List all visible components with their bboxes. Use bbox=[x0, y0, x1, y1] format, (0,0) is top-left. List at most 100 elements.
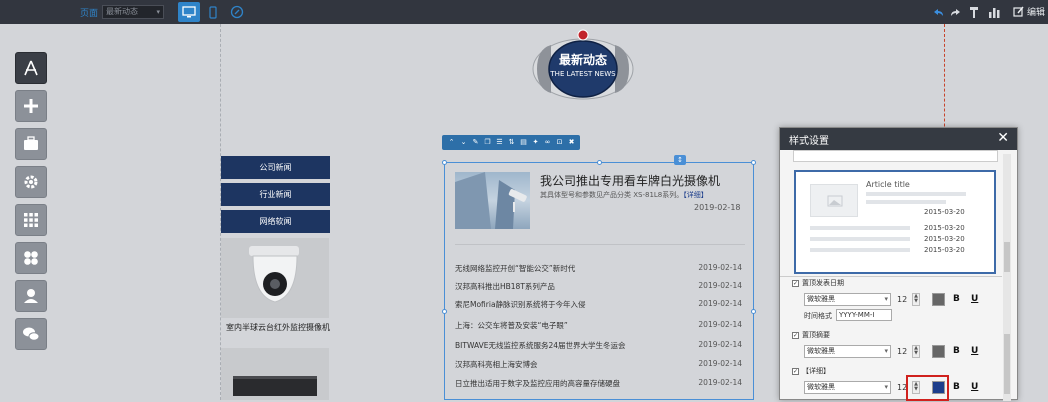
style-icon[interactable]: ✎ bbox=[470, 137, 481, 148]
gear-icon bbox=[24, 175, 38, 189]
font-size-stepper[interactable]: ▲ ▼ bbox=[912, 293, 920, 306]
list-icon[interactable]: ☰ bbox=[494, 137, 505, 148]
layout-button[interactable] bbox=[15, 242, 47, 274]
bold-button[interactable]: B bbox=[953, 346, 960, 356]
underline-button[interactable]: U bbox=[971, 346, 978, 356]
font-select[interactable]: 微软雅黑 bbox=[804, 345, 891, 358]
tools-button[interactable] bbox=[966, 4, 982, 20]
featured-news-title[interactable]: 我公司推出专用看车牌白光摄像机 bbox=[540, 172, 720, 189]
desktop-view-button[interactable] bbox=[178, 2, 200, 22]
product-image-dome-camera[interactable] bbox=[221, 238, 329, 318]
plugin-button[interactable] bbox=[226, 2, 248, 22]
product-image-dvr[interactable] bbox=[221, 348, 329, 400]
underline-button[interactable]: U bbox=[971, 382, 978, 392]
news-list-item[interactable]: 日立推出适用于数字及监控应用的高容量存储硬盘 2019-02-14 bbox=[455, 378, 742, 392]
time-format-select[interactable]: YYYY-MM-I bbox=[836, 309, 892, 321]
edit-button[interactable]: 编辑 bbox=[1013, 5, 1045, 18]
align-icon[interactable]: ⇅ bbox=[506, 137, 517, 148]
resize-handle-tr[interactable] bbox=[751, 160, 756, 165]
news-title[interactable]: BITWAVE无线监控系统服务24届世界大学生冬运会 bbox=[455, 340, 626, 354]
news-title[interactable]: 汉邦高科亮相上海安博会 bbox=[455, 359, 538, 373]
style-settings-panel: 样式设置 ✕ Article title 2015-03-20 2015-03-… bbox=[779, 127, 1018, 401]
underline-button[interactable]: U bbox=[971, 294, 978, 304]
checkbox-checked[interactable]: ✓ bbox=[792, 367, 799, 375]
edit-icon bbox=[1013, 6, 1024, 17]
page-label: 页面 bbox=[80, 9, 99, 19]
page-select[interactable]: 最新动态 bbox=[102, 5, 164, 19]
move-up-icon[interactable]: ⌃ bbox=[446, 137, 457, 148]
resize-handle-top[interactable] bbox=[597, 160, 602, 165]
toolbox-button[interactable] bbox=[15, 128, 47, 160]
preview-text-line bbox=[810, 237, 910, 241]
redo-button[interactable] bbox=[948, 4, 964, 20]
effect-icon[interactable]: ✦ bbox=[530, 137, 541, 148]
plugin-icon bbox=[230, 5, 244, 19]
color-swatch[interactable] bbox=[932, 293, 945, 306]
checkbox-checked[interactable]: ✓ bbox=[792, 331, 799, 339]
scroll-thumb[interactable] bbox=[1004, 334, 1010, 394]
badge-subtitle: THE LATEST NEWS bbox=[550, 70, 616, 78]
news-list-item[interactable]: 汉邦高科亮相上海安博会 2019-02-14 bbox=[455, 359, 742, 373]
modules-button[interactable] bbox=[15, 204, 47, 236]
featured-news-more-link[interactable]: 【详细】 bbox=[683, 191, 708, 199]
menu-company-news[interactable]: 公司新闻 bbox=[221, 156, 330, 179]
stats-button[interactable] bbox=[986, 4, 1002, 20]
monitor-icon bbox=[182, 6, 196, 18]
resize-handle-right[interactable] bbox=[751, 309, 756, 314]
news-title[interactable]: 日立推出适用于数字及监控应用的高容量存储硬盘 bbox=[455, 378, 620, 392]
copy-icon[interactable]: ❐ bbox=[482, 137, 493, 148]
color-swatch[interactable] bbox=[932, 345, 945, 358]
layout-preview-selected[interactable]: Article title 2015-03-20 2015-03-20 2015… bbox=[794, 170, 996, 274]
featured-news-image[interactable] bbox=[455, 172, 530, 229]
resize-handle-left[interactable] bbox=[442, 309, 447, 314]
news-date: 2019-02-14 bbox=[698, 320, 742, 329]
settings-button[interactable] bbox=[15, 166, 47, 198]
link-icon[interactable]: ∞ bbox=[542, 137, 553, 148]
redo-icon bbox=[951, 9, 960, 16]
resize-handle-tl[interactable] bbox=[442, 160, 447, 165]
bold-button[interactable]: B bbox=[953, 294, 960, 304]
news-title[interactable]: 汉邦高科推出HB18T系列产品 bbox=[455, 281, 555, 295]
delete-icon[interactable]: ✖ bbox=[566, 137, 577, 148]
grid-icon bbox=[24, 213, 38, 227]
move-down-icon[interactable]: ⌄ bbox=[458, 137, 469, 148]
news-title[interactable]: 无线网络监控开创“智能公交”新时代 bbox=[455, 263, 575, 277]
news-list-item[interactable]: 无线网络监控开创“智能公交”新时代 2019-02-14 bbox=[455, 263, 742, 277]
drag-handle-icon[interactable]: ↕ bbox=[674, 155, 686, 165]
featured-news-desc: 其具体型号和参数见产品分类 XS-81L8系列。 bbox=[540, 191, 684, 199]
news-list-item[interactable]: 上海：公交车将普及安装“电子眼” 2019-02-14 bbox=[455, 320, 742, 334]
option-detail-link[interactable]: ✓ 【详细】 bbox=[792, 366, 830, 376]
close-icon[interactable]: ✕ bbox=[997, 131, 1009, 145]
dvr-image bbox=[221, 348, 329, 400]
font-size-stepper[interactable]: ▲ ▼ bbox=[912, 345, 920, 358]
bold-button[interactable]: B bbox=[953, 382, 960, 392]
undo-button[interactable] bbox=[930, 4, 946, 20]
option-label: 【详细】 bbox=[802, 367, 830, 375]
font-size-input[interactable]: 12 bbox=[897, 293, 911, 306]
add-button[interactable] bbox=[15, 90, 47, 122]
app-store-button[interactable] bbox=[15, 52, 47, 84]
font-select[interactable]: 微软雅黑 bbox=[804, 381, 891, 394]
news-title[interactable]: 上海：公交车将普及安装“电子眼” bbox=[455, 320, 568, 334]
news-list-item[interactable]: 索尼Mofiria静脉识别系统将于今年入侵 2019-02-14 bbox=[455, 299, 742, 313]
member-button[interactable] bbox=[15, 280, 47, 312]
module-toolbar: ⌃ ⌄ ✎ ❐ ☰ ⇅ ▤ ✦ ∞ ⊡ ✖ bbox=[442, 135, 580, 150]
news-title[interactable]: 索尼Mofiria静脉识别系统将于今年入侵 bbox=[455, 299, 586, 313]
layout-option-previous[interactable] bbox=[793, 150, 998, 162]
wechat-button[interactable] bbox=[15, 318, 47, 350]
news-list-item[interactable]: 汉邦高科推出HB18T系列产品 2019-02-14 bbox=[455, 281, 742, 295]
panel-scrollbar[interactable] bbox=[1003, 154, 1011, 401]
menu-industry-news[interactable]: 行业新闻 bbox=[221, 183, 330, 206]
menu-network-news[interactable]: 网络软闻 bbox=[221, 210, 330, 233]
font-select[interactable]: 微软雅黑 bbox=[804, 293, 891, 306]
checkbox-checked[interactable]: ✓ bbox=[792, 279, 799, 287]
news-list-item[interactable]: BITWAVE无线监控系统服务24届世界大学生冬运会 2019-02-14 bbox=[455, 340, 742, 354]
scroll-thumb[interactable] bbox=[1004, 242, 1010, 272]
mobile-view-button[interactable] bbox=[202, 2, 224, 22]
layout-icon[interactable]: ▤ bbox=[518, 137, 529, 148]
option-top-date[interactable]: ✓ 置顶发表日期 bbox=[792, 278, 844, 288]
lock-icon[interactable]: ⊡ bbox=[554, 137, 565, 148]
preview-article-title: Article title bbox=[866, 180, 910, 189]
font-size-input[interactable]: 12 bbox=[897, 345, 911, 358]
option-top-summary[interactable]: ✓ 置顶摘要 bbox=[792, 330, 830, 340]
